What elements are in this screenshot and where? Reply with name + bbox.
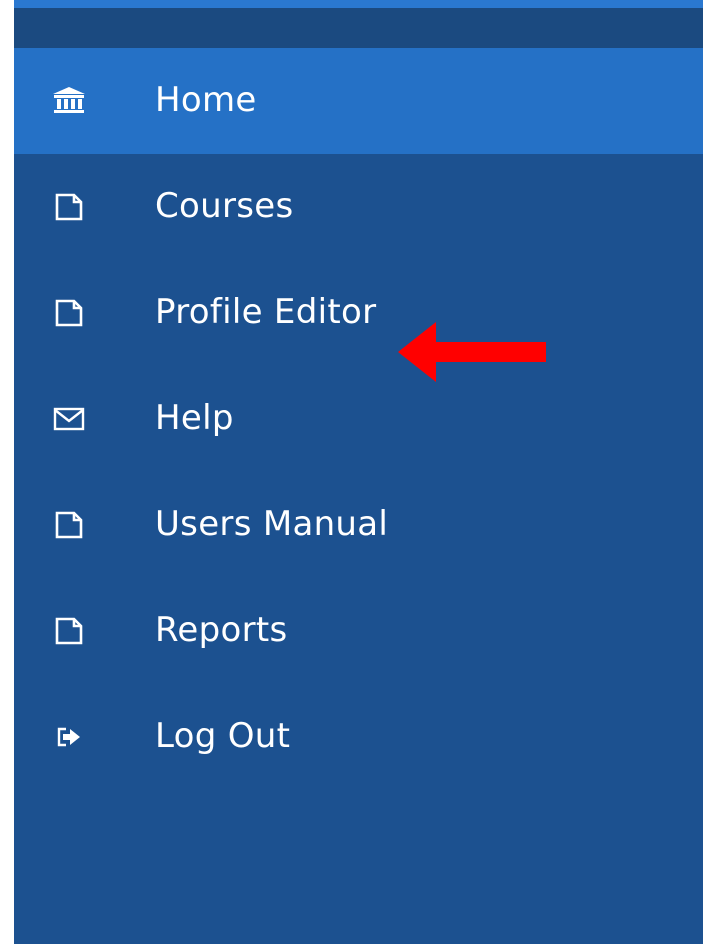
envelope-icon: [52, 402, 86, 436]
sidebar-item-courses[interactable]: Courses: [14, 154, 703, 260]
sidebar-item-log-out[interactable]: Log Out: [14, 684, 703, 790]
sidebar-item-label: Users Manual: [155, 504, 389, 545]
sidebar-menu: Home Courses Profile Editor Help Users M…: [14, 48, 703, 790]
page-icon: [52, 296, 86, 330]
page-icon: [52, 190, 86, 224]
annotation-arrow-icon: [398, 322, 546, 382]
sidebar-item-label: Profile Editor: [155, 292, 377, 333]
logout-icon: [52, 720, 86, 754]
sidebar-item-label: Help: [155, 398, 234, 439]
sidebar-item-label: Log Out: [155, 716, 291, 757]
sidebar-item-users-manual[interactable]: Users Manual: [14, 472, 703, 578]
page-icon: [52, 508, 86, 542]
sidebar-item-reports[interactable]: Reports: [14, 578, 703, 684]
screenshot-frame: Home Courses Profile Editor Help Users M…: [0, 0, 703, 944]
sidebar-item-label: Home: [155, 80, 257, 121]
top-accent-bar: [14, 0, 703, 8]
page-icon: [52, 614, 86, 648]
sidebar-header-strip: [14, 8, 703, 48]
sidebar-item-label: Reports: [155, 610, 288, 651]
sidebar-item-label: Courses: [155, 186, 294, 227]
sidebar-item-help[interactable]: Help: [14, 366, 703, 472]
sidebar-item-profile-editor[interactable]: Profile Editor: [14, 260, 703, 366]
bank-icon: [52, 84, 86, 118]
sidebar-item-home[interactable]: Home: [14, 48, 703, 154]
sidebar-nav: Home Courses Profile Editor Help Users M…: [14, 48, 703, 944]
